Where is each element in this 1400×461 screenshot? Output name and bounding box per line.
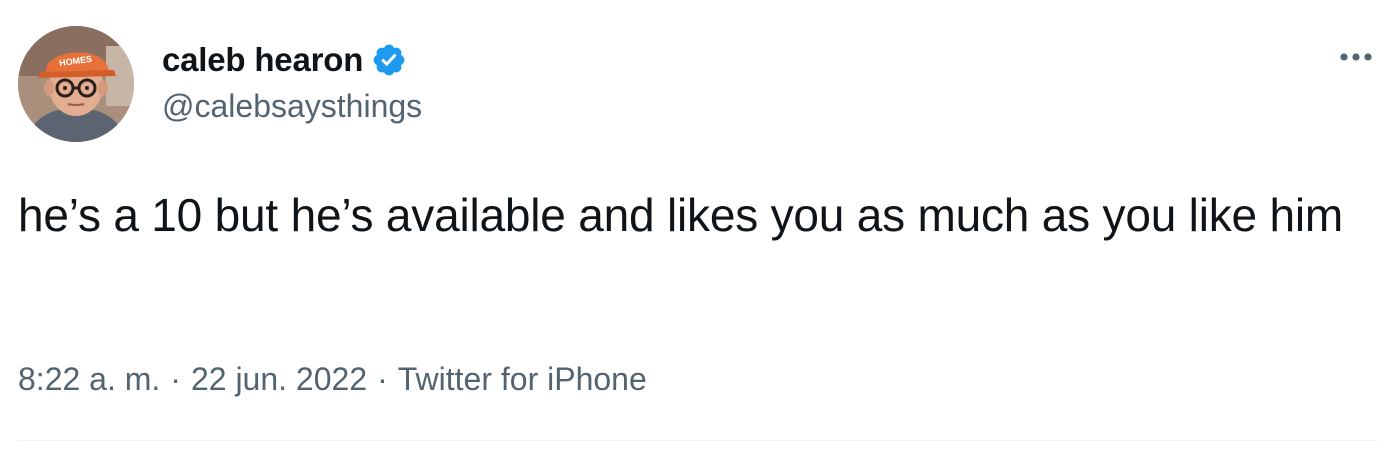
tweet-source[interactable]: Twitter for iPhone: [398, 361, 647, 398]
tweet-date[interactable]: 22 jun. 2022: [191, 361, 367, 398]
meta-separator: ·: [170, 360, 181, 397]
avatar-image: HOMES: [18, 26, 134, 142]
meta-separator: ·: [377, 360, 388, 397]
verified-badge-icon: [371, 42, 407, 78]
author-name-row[interactable]: caleb hearon: [162, 38, 407, 82]
author-display-name[interactable]: caleb hearon: [162, 41, 363, 79]
more-options-button[interactable]: [1334, 40, 1378, 74]
author-handle[interactable]: @calebsaysthings: [162, 88, 422, 125]
avatar[interactable]: HOMES: [18, 26, 134, 142]
tweet-card: HOMES caleb hearon @calebsaysthings he’s…: [0, 0, 1400, 461]
tweet-meta: 8:22 a. m. · 22 jun. 2022 · Twitter for …: [18, 355, 647, 403]
more-horizontal-icon: [1340, 53, 1372, 61]
divider: [18, 440, 1378, 441]
tweet-text: he’s a 10 but he’s available and likes y…: [18, 189, 1344, 241]
tweet-time[interactable]: 8:22 a. m.: [18, 361, 160, 398]
